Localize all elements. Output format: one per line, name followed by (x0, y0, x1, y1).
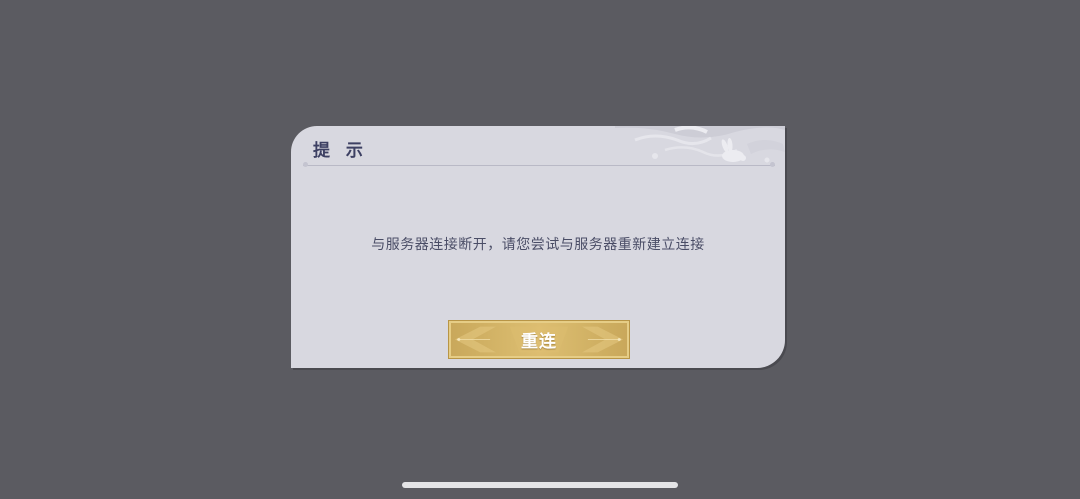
reconnect-button-label: 重连 (521, 332, 557, 352)
game-screen: 提 示 与服务器连接断开，请您尝试与服务器重新建立连接 重连 (0, 0, 1080, 499)
home-indicator[interactable] (402, 482, 678, 488)
reconnect-button[interactable]: 重连 (448, 320, 630, 359)
divider-cap-right (770, 162, 775, 167)
title-divider (303, 162, 775, 167)
rabbit-cloud-ornament-icon (615, 126, 785, 163)
reconnect-dialog: 提 示 与服务器连接断开，请您尝试与服务器重新建立连接 重连 (291, 126, 785, 368)
divider-cap-left (303, 162, 308, 167)
disconnect-message: 与服务器连接断开，请您尝试与服务器重新建立连接 (371, 237, 705, 253)
dialog-title: 提 示 (313, 141, 368, 161)
